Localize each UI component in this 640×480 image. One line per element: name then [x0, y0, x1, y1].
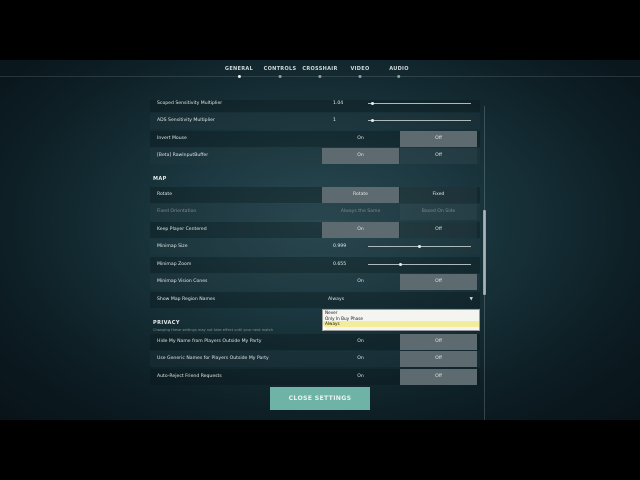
- settings-list: Scoped Sensitivity Multiplier 1.04 ADS S…: [150, 100, 482, 420]
- keep-centered-off-option[interactable]: Off: [400, 222, 477, 238]
- nav-divider: [0, 76, 640, 77]
- setting-label: Minimap Zoom: [157, 262, 192, 267]
- hide-name-off-option[interactable]: Off: [400, 334, 477, 350]
- setting-auto-reject: Auto-Reject Friend Requests On Off: [150, 369, 480, 385]
- tab-crosshair[interactable]: CROSSHAIR: [302, 66, 338, 78]
- section-heading-privacy: PRIVACY: [153, 320, 180, 326]
- tab-general-label: GENERAL: [224, 66, 254, 72]
- scrollbar-thumb[interactable]: [483, 210, 486, 295]
- setting-minimap-size: Minimap Size 0.999: [150, 239, 480, 255]
- keep-centered-on-option[interactable]: On: [322, 222, 399, 238]
- setting-label: Fixed Orientation: [157, 209, 197, 214]
- setting-label: Auto-Reject Friend Requests: [157, 374, 222, 379]
- setting-scoped-sensitivity: Scoped Sensitivity Multiplier 1.04: [150, 100, 480, 112]
- setting-label: Use Generic Names for Players Outside My…: [157, 356, 269, 361]
- tab-controls[interactable]: CONTROLS: [263, 66, 297, 78]
- setting-generic-names: Use Generic Names for Players Outside My…: [150, 351, 480, 367]
- vision-cones-on-option[interactable]: On: [322, 274, 399, 290]
- always-same-option: Always the Same: [340, 209, 381, 214]
- setting-label: Rotate: [157, 192, 173, 197]
- setting-label: [Beta] RawInputBuffer: [157, 153, 209, 158]
- based-on-side-option: Based On Side: [400, 204, 477, 220]
- settings-screen: GENERAL CONTROLS CROSSHAIR VIDEO AUDIO S…: [0, 60, 640, 420]
- minimap-size-slider[interactable]: [368, 245, 471, 248]
- setting-invert-mouse: Invert Mouse On Off: [150, 131, 480, 147]
- hide-name-on-option[interactable]: On: [322, 334, 399, 350]
- dropdown-option-always[interactable]: Always: [323, 321, 479, 327]
- setting-label: Scoped Sensitivity Multiplier: [157, 101, 223, 106]
- setting-fixed-orientation: Fixed Orientation Always the Same Based …: [150, 204, 480, 220]
- generic-names-off-option[interactable]: Off: [400, 351, 477, 367]
- close-settings-button[interactable]: CLOSE SETTINGS: [270, 387, 370, 410]
- setting-minimap-vision-cones: Minimap Vision Cones On Off: [150, 274, 480, 290]
- minimap-zoom-slider[interactable]: [368, 263, 471, 266]
- tab-general[interactable]: GENERAL: [224, 66, 254, 78]
- setting-label: ADS Sensitivity Multiplier: [157, 118, 215, 123]
- generic-names-on-option[interactable]: On: [322, 351, 399, 367]
- setting-value[interactable]: 0.655: [333, 262, 346, 267]
- rotate-option[interactable]: Rotate: [322, 187, 399, 203]
- tab-video[interactable]: VIDEO: [350, 66, 370, 78]
- invert-mouse-on-option[interactable]: On: [322, 131, 399, 147]
- setting-keep-player-centered: Keep Player Centered On Off: [150, 222, 480, 238]
- slider-thumb[interactable]: [371, 102, 374, 105]
- slider-thumb[interactable]: [371, 119, 374, 122]
- tab-audio-label: AUDIO: [389, 66, 409, 72]
- setting-label: Minimap Size: [157, 244, 188, 249]
- dropdown-value: Always: [328, 297, 345, 302]
- invert-mouse-off-option[interactable]: Off: [400, 131, 477, 147]
- setting-label: Keep Player Centered: [157, 227, 207, 232]
- auto-reject-on-option[interactable]: On: [322, 369, 399, 385]
- setting-ads-sensitivity: ADS Sensitivity Multiplier 1: [150, 113, 480, 129]
- settings-nav: GENERAL CONTROLS CROSSHAIR VIDEO AUDIO: [0, 60, 640, 78]
- setting-label: Hide My Name from Players Outside My Par…: [157, 339, 262, 344]
- fixed-option[interactable]: Fixed: [400, 187, 477, 203]
- tab-controls-label: CONTROLS: [263, 66, 297, 72]
- setting-rotate: Rotate Rotate Fixed: [150, 187, 480, 203]
- setting-value[interactable]: 0.999: [333, 244, 346, 249]
- vision-cones-off-option[interactable]: Off: [400, 274, 477, 290]
- setting-hide-name: Hide My Name from Players Outside My Par…: [150, 334, 480, 350]
- section-heading-map: MAP: [153, 176, 167, 182]
- privacy-note: Changing these settings may not take eff…: [153, 328, 273, 332]
- setting-label: Invert Mouse: [157, 136, 187, 141]
- setting-value[interactable]: 1: [333, 118, 336, 123]
- dropdown-options-list: Never Only In Buy Phase Always: [322, 309, 480, 331]
- ads-sensitivity-slider[interactable]: [368, 119, 471, 122]
- setting-label: Show Map Region Names: [157, 297, 216, 302]
- scoped-sensitivity-slider[interactable]: [368, 102, 471, 105]
- map-region-names-dropdown[interactable]: Always ▼: [322, 292, 478, 308]
- raw-input-buffer-off-option[interactable]: Off: [400, 148, 477, 164]
- setting-raw-input-buffer: [Beta] RawInputBuffer On Off: [150, 148, 480, 164]
- tab-video-label: VIDEO: [350, 66, 370, 72]
- setting-minimap-zoom: Minimap Zoom 0.655: [150, 257, 480, 273]
- slider-thumb[interactable]: [418, 245, 421, 248]
- slider-thumb[interactable]: [399, 263, 402, 266]
- chevron-down-icon: ▼: [469, 297, 473, 302]
- auto-reject-off-option[interactable]: Off: [400, 369, 477, 385]
- tab-crosshair-label: CROSSHAIR: [302, 66, 338, 72]
- setting-label: Minimap Vision Cones: [157, 279, 208, 284]
- setting-value[interactable]: 1.04: [333, 101, 343, 106]
- raw-input-buffer-on-option[interactable]: On: [322, 148, 399, 164]
- tab-audio[interactable]: AUDIO: [389, 66, 409, 78]
